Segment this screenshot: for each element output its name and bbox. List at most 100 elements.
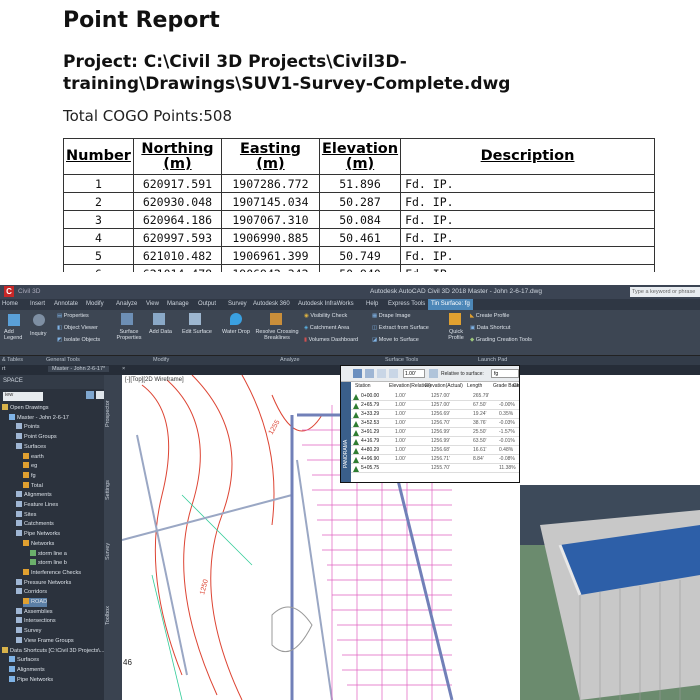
ribbon-tab[interactable]: Autodesk InfraWorks	[298, 299, 354, 310]
grade-table-row[interactable]: 0+00.00 1.00' 1257.00' 265.79' 0.00%	[351, 393, 519, 401]
tree-item[interactable]: Corridors	[16, 588, 47, 597]
grade-table-row[interactable]: 3+91.29 1.00' 1256.99' 25.50' -1.57% 0.01%	[351, 429, 519, 437]
add-legend-icon[interactable]	[8, 314, 20, 326]
tree-item[interactable]: Points	[16, 423, 40, 432]
visibility-check-button[interactable]: ◉ Visibility Check	[304, 313, 347, 319]
add-data-button[interactable]: Add Data	[149, 329, 172, 335]
drape-image-button[interactable]: ▦ Drape Image	[372, 313, 411, 319]
panel-label-analyze[interactable]: Analyze	[280, 357, 300, 363]
panel-label-general-tools[interactable]: General Tools	[46, 357, 80, 363]
surface-properties-button[interactable]: Surface Properties	[114, 329, 144, 341]
vtab-survey[interactable]: Survey	[105, 543, 111, 560]
grade-table-row[interactable]: 2+65.79 1.00' 1257.00' 67.50' -0.00% -0.35%	[351, 402, 519, 410]
ribbon-tab[interactable]: Express Tools	[388, 299, 425, 310]
tree-item[interactable]: Interference Checks	[23, 568, 81, 578]
tree-item[interactable]: Open Drawings	[2, 404, 49, 413]
ribbon-tab[interactable]: Tin Surface: fg	[428, 299, 473, 310]
tree-item[interactable]: Catchments	[16, 520, 54, 529]
tree-item[interactable]: storm line a	[30, 549, 67, 559]
tree-item[interactable]: Alignments	[9, 665, 45, 675]
quick-profile-icon[interactable]	[449, 313, 461, 325]
edit-surface-button[interactable]: Edit Surface	[182, 329, 212, 335]
toolspace-help-icon[interactable]	[96, 391, 104, 399]
document-tab[interactable]: Master - John 2-6-17*	[48, 366, 110, 372]
ribbon-tab[interactable]: Output	[198, 299, 216, 310]
ribbon-tab[interactable]: View	[146, 299, 159, 310]
viewport-controls[interactable]: [-][Top][2D Wireframe]	[125, 377, 184, 383]
grade-table-row[interactable]: 4+96.90 1.00' 1256.71' 8.84' -0.08% -11.38%	[351, 456, 519, 464]
insert-pi-icon[interactable]	[377, 369, 386, 378]
ribbon-tab[interactable]: Manage	[167, 299, 189, 310]
tree-item[interactable]: Total	[23, 481, 43, 491]
object-viewer-button[interactable]: ◧ Object Viewer	[57, 325, 98, 331]
tree-item[interactable]: Pressure Networks	[16, 578, 71, 588]
move-to-surface-button[interactable]: ◪ Move to Surface	[372, 337, 419, 343]
raise-lower-icon[interactable]	[429, 369, 438, 378]
tree-item[interactable]: Master - John 2-6-17	[9, 413, 69, 423]
tree-item[interactable]: Assemblies	[16, 607, 53, 617]
ribbon-tab[interactable]: Analyze	[116, 299, 137, 310]
tree-item[interactable]: Pipe Networks	[9, 675, 53, 685]
scale-input[interactable]: 1.00'	[403, 369, 425, 378]
ribbon-tab[interactable]: Autodesk 360	[253, 299, 290, 310]
volumes-dashboard-button[interactable]: ▮ Volumes Dashboard	[304, 337, 358, 343]
quick-access-workspace[interactable]: Civil 3D	[18, 288, 40, 295]
tree-item[interactable]: Surfaces	[9, 656, 39, 665]
add-data-icon[interactable]	[153, 313, 165, 325]
tree-item[interactable]: Intersections	[16, 617, 56, 626]
toolspace-toggle-icon[interactable]	[86, 391, 94, 399]
ribbon-tab[interactable]: Home	[2, 299, 18, 310]
resolve-crossing-icon[interactable]	[270, 313, 282, 325]
edit-surface-icon[interactable]	[189, 313, 201, 325]
add-legend-button[interactable]: Add Legend	[4, 329, 26, 341]
water-drop-button[interactable]: Water Drop	[222, 329, 250, 335]
grade-table-row[interactable]: 5+05.75 1255.70' 11.38%	[351, 465, 519, 473]
3d-view-pane[interactable]	[520, 485, 700, 700]
ribbon-tab[interactable]: Help	[366, 299, 378, 310]
quick-profile-button[interactable]: Quick Profile	[445, 329, 467, 341]
water-drop-icon[interactable]	[230, 313, 242, 325]
zoom-to-icon[interactable]	[365, 369, 374, 378]
select-entity-icon[interactable]	[353, 369, 362, 378]
ribbon-tab[interactable]: Survey	[228, 299, 247, 310]
grade-table-row[interactable]: 4+80.29 1.00' 1256.68' 16.61' 0.48% 0.08%	[351, 447, 519, 455]
tree-item[interactable]: ROAD	[23, 598, 48, 607]
tree-item[interactable]: Point Groups	[16, 433, 57, 442]
tree-item[interactable]: Feature Lines	[16, 501, 58, 510]
tree-item[interactable]: Data Shortcuts [C:\Civil 3D Projects\...	[2, 646, 105, 656]
grade-table-row[interactable]: 3+52.53 1.00' 1256.70' 38.76' -0.03% 1.57%	[351, 420, 519, 428]
isolate-objects-button[interactable]: ◩ Isolate Objects	[57, 337, 100, 343]
grade-table-row[interactable]: 4+16.79 1.00' 1256.99' 63.50' -0.01% -0.48%	[351, 438, 519, 446]
tree-item[interactable]: Sites	[16, 510, 36, 520]
ribbon-tab[interactable]: Annotate	[54, 299, 78, 310]
app-menu-button[interactable]: C	[4, 286, 14, 297]
tree-item[interactable]: View Frame Groups	[16, 636, 74, 646]
grading-creation-tools-button[interactable]: ◆ Grading Creation Tools	[470, 337, 532, 343]
delete-pi-icon[interactable]	[389, 369, 398, 378]
ribbon-tab[interactable]: Modify	[86, 299, 104, 310]
relative-surface-select[interactable]: fg	[491, 369, 519, 378]
surface-properties-icon[interactable]	[121, 313, 133, 325]
tree-item[interactable]: earth	[23, 452, 44, 462]
tree-item[interactable]: Pipe Networks	[16, 530, 60, 539]
properties-button[interactable]: ▤ Properties	[57, 313, 89, 319]
data-shortcut-button[interactable]: ▣ Data Shortcut	[470, 325, 510, 331]
extract-from-surface-button[interactable]: ◫ Extract from Surface	[372, 325, 429, 331]
resolve-crossing-breaklines-button[interactable]: Resolve Crossing Breaklines	[253, 329, 301, 341]
tree-item[interactable]: fg	[23, 471, 36, 481]
tree-item[interactable]: eg	[23, 462, 37, 471]
create-profile-button[interactable]: ◣ Create Profile	[470, 313, 509, 319]
inquiry-button[interactable]: Inquiry	[30, 331, 47, 337]
vtab-prospector[interactable]: Prospector	[105, 400, 111, 427]
tree-item[interactable]: storm line b	[30, 559, 67, 568]
catchment-area-button[interactable]: ◈ Catchment Area	[304, 325, 349, 331]
tree-item[interactable]: Surfaces	[16, 442, 46, 452]
tree-item[interactable]: Networks	[23, 539, 54, 549]
vtab-settings[interactable]: Settings	[105, 480, 111, 500]
close-icon[interactable]: ×	[122, 366, 125, 372]
tree-item[interactable]: Survey	[16, 627, 41, 636]
inquiry-icon[interactable]	[33, 314, 45, 326]
tree-item[interactable]: Alignments	[16, 491, 52, 500]
prospector-view-select[interactable]: iew	[3, 392, 43, 401]
start-tab[interactable]: rt	[2, 366, 5, 372]
